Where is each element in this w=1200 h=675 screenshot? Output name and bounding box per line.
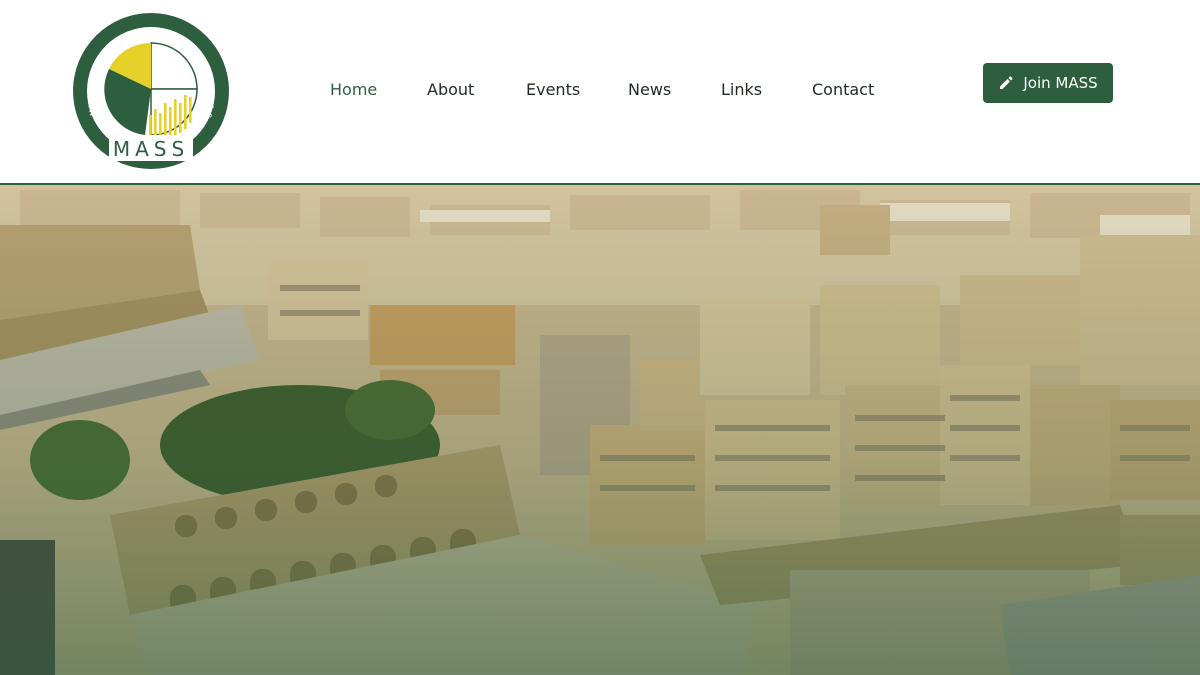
site-header: MALTA ASSOCIATION OF MINORITY SHAREHOLDE… [0,0,1200,183]
nav-news[interactable]: News [628,80,671,99]
valletta-aerial-image [0,185,1200,675]
svg-text:MASS: MASS [113,137,189,161]
nav-about[interactable]: About [427,80,474,99]
pencil-icon [1000,76,1013,89]
nav-events[interactable]: Events [526,80,580,99]
mass-logo[interactable]: MALTA ASSOCIATION OF MINORITY SHAREHOLDE… [71,11,231,171]
logo-emblem: MALTA ASSOCIATION OF MINORITY SHAREHOLDE… [71,11,229,169]
join-mass-button[interactable]: Join MASS [983,63,1113,103]
join-mass-label: Join MASS [1023,74,1098,92]
nav-links[interactable]: Links [721,80,762,99]
nav-contact[interactable]: Contact [812,80,874,99]
hero-image [0,185,1200,675]
nav-home[interactable]: Home [330,80,377,99]
